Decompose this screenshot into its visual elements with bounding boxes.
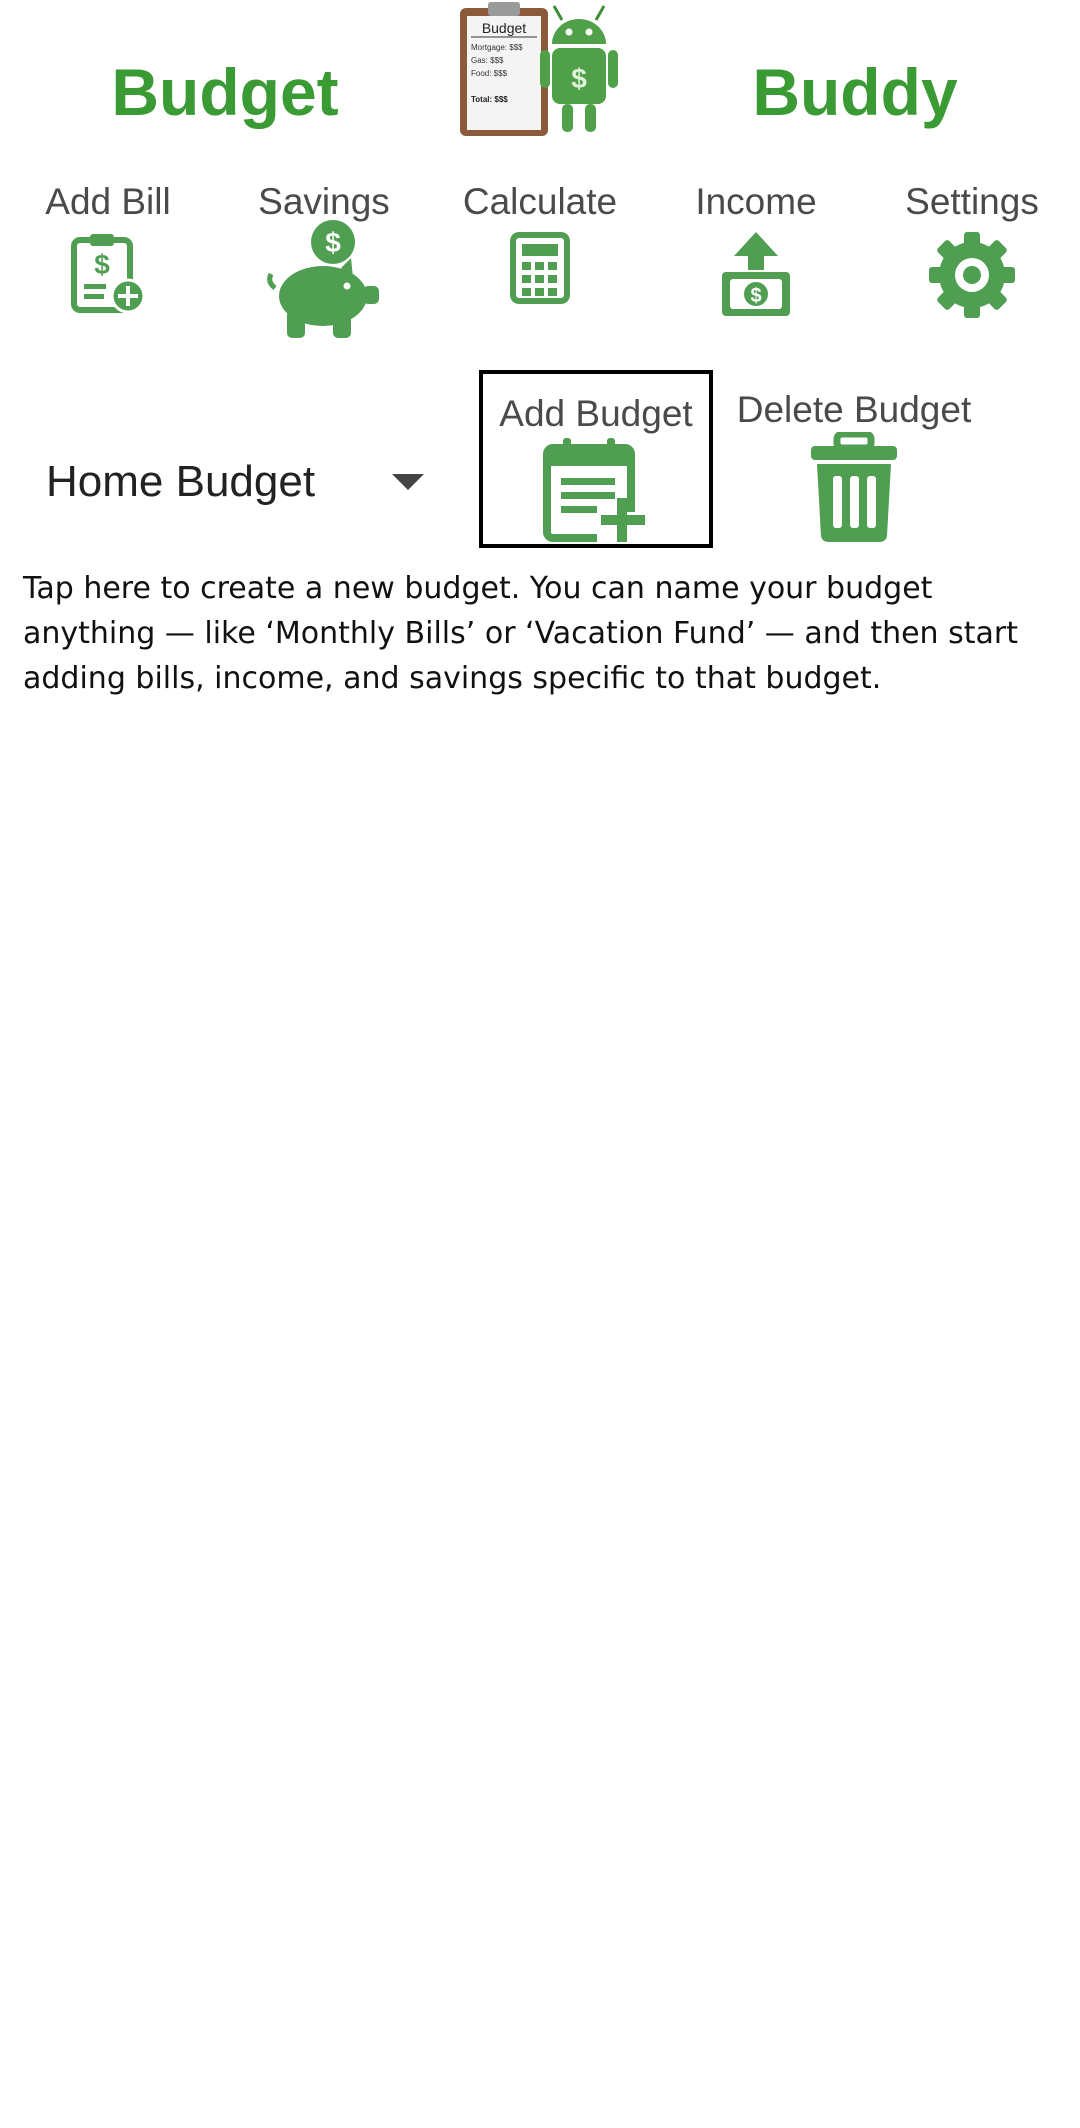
income-label: Income (695, 181, 817, 222)
calculate-label: Calculate (462, 181, 618, 222)
calculator-icon (510, 232, 570, 304)
calendar-add-icon (543, 438, 647, 542)
bill-add-icon: $ (71, 234, 146, 314)
svg-text:$: $ (94, 249, 110, 280)
delete-budget-label: Delete Budget (736, 389, 972, 430)
toolbar-savings[interactable]: Savings $ (216, 178, 432, 338)
app-title-left: Budget (111, 55, 339, 129)
dropdown-arrow-icon (392, 474, 424, 490)
budget-dropdown[interactable]: Home Budget (26, 440, 446, 526)
add-budget-button[interactable]: Add Budget (479, 370, 713, 548)
budget-dropdown-value: Home Budget (46, 457, 316, 506)
add-bill-label: Add Bill (45, 181, 171, 222)
svg-text:$: $ (571, 63, 587, 94)
toolbar-calculate[interactable]: Calculate (432, 178, 648, 338)
app-title-right: Buddy (752, 55, 958, 129)
svg-text:$: $ (325, 227, 341, 258)
gear-icon (929, 232, 1015, 318)
logo-clipboard-title: Budget (482, 20, 526, 36)
toolbar-income[interactable]: Income $ (648, 178, 864, 338)
logo-line-1: Mortgage: $$$ (471, 43, 523, 52)
toolbar-add-bill[interactable]: Add Bill $ (0, 178, 216, 338)
income-upload-icon: $ (722, 232, 790, 316)
add-budget-label: Add Budget (499, 393, 693, 434)
logo-total: Total: $$$ (471, 95, 508, 104)
logo-line-3: Food: $$$ (471, 69, 508, 78)
toolbar-settings[interactable]: Settings (864, 178, 1080, 338)
delete-budget-button[interactable]: Delete Budget (724, 370, 984, 548)
settings-label: Settings (905, 181, 1039, 222)
logo-line-2: Gas: $$$ (471, 56, 504, 65)
savings-label: Savings (258, 181, 390, 222)
add-budget-hint: Tap here to create a new budget. You can… (23, 571, 1018, 696)
budget-buddy-logo: Budget Mortgage: $$$ Gas: $$$ Food: $$$ … (460, 2, 618, 136)
trash-icon (811, 432, 897, 542)
piggy-bank-icon: $ (267, 220, 379, 338)
svg-text:$: $ (750, 285, 761, 307)
